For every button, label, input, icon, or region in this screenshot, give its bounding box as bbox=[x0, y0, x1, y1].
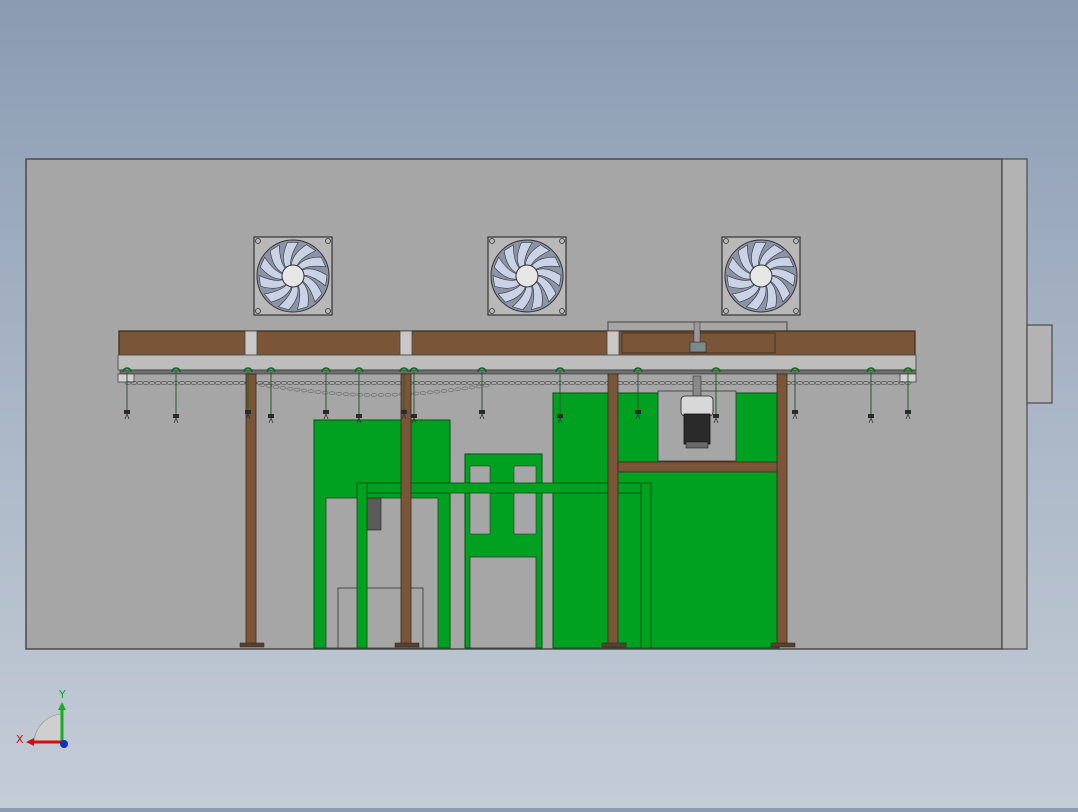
triad-quadrant bbox=[33, 713, 63, 743]
machine-left[interactable] bbox=[313, 419, 451, 649]
triad-y-label: Y bbox=[59, 688, 66, 701]
enclosure-side-panel[interactable] bbox=[1001, 158, 1028, 650]
fan-1[interactable] bbox=[253, 236, 333, 316]
triad-x-label: X bbox=[16, 733, 24, 746]
fan-2[interactable] bbox=[487, 236, 567, 316]
cad-viewport[interactable]: X Y bbox=[0, 0, 1078, 808]
machine-right[interactable] bbox=[552, 390, 780, 649]
side-access-box[interactable] bbox=[1026, 324, 1053, 404]
triad-x-arrow bbox=[26, 738, 34, 746]
triad-y-arrow bbox=[58, 702, 66, 710]
fan-3[interactable] bbox=[721, 236, 801, 316]
triad-z-axis bbox=[60, 740, 68, 748]
model-view[interactable] bbox=[0, 0, 1078, 808]
orientation-triad[interactable] bbox=[26, 702, 68, 748]
upper-beam[interactable] bbox=[118, 330, 916, 356]
